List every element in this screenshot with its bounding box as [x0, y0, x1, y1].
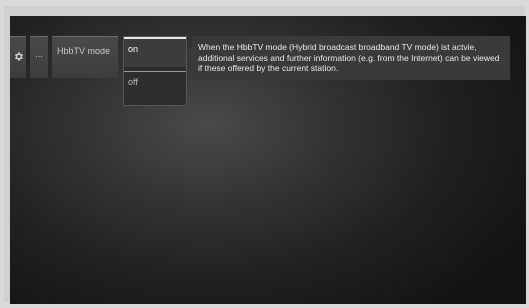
tv-frame: ... HbbTV mode on off When the HbbTV mod…: [4, 6, 526, 304]
breadcrumb-ellipsis[interactable]: ...: [30, 36, 48, 78]
settings-menu-tab[interactable]: [10, 36, 26, 78]
hbbtv-options-list: on off: [123, 36, 187, 106]
tv-screen: ... HbbTV mode on off When the HbbTV mod…: [10, 16, 526, 304]
gear-icon: [13, 49, 24, 67]
hbbtv-mode-label: HbbTV mode: [57, 46, 111, 56]
option-on-label: on: [128, 44, 139, 54]
hbbtv-mode-menu-item[interactable]: HbbTV mode: [52, 36, 118, 78]
option-on[interactable]: on: [124, 37, 186, 67]
option-off-label: off: [128, 77, 138, 87]
option-off[interactable]: off: [124, 71, 186, 105]
info-tooltip: When the HbbTV mode (Hybrid broadcast br…: [186, 36, 510, 80]
info-text: When the HbbTV mode (Hybrid broadcast br…: [198, 42, 500, 73]
